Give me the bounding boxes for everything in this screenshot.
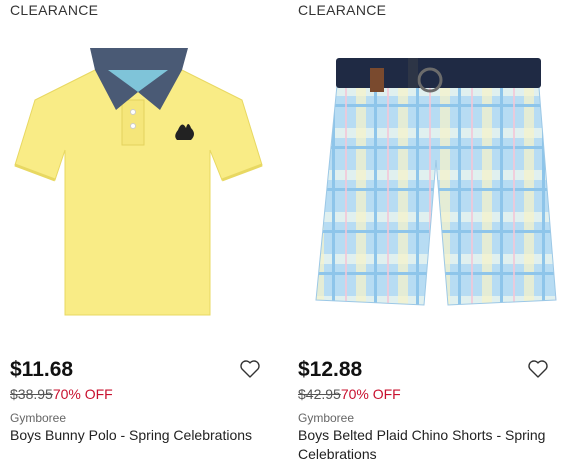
original-price: $38.95 xyxy=(10,386,53,402)
product-image-polo[interactable] xyxy=(10,30,278,325)
original-price: $42.95 xyxy=(298,386,341,402)
heart-outline-icon[interactable] xyxy=(528,360,548,378)
brand-name: Gymboree xyxy=(298,411,355,425)
product-title-link[interactable]: Boys Bunny Polo - Spring Celebrations xyxy=(10,426,272,445)
price-row: $38.9570% OFF xyxy=(10,386,113,402)
product-card[interactable]: CLEARANCE $11.68 $38.9570% OFF Gymboree … xyxy=(0,0,270,467)
clearance-badge: CLEARANCE xyxy=(10,2,99,18)
price-row: $42.9570% OFF xyxy=(298,386,401,402)
clearance-badge: CLEARANCE xyxy=(298,2,387,18)
discount-label: 70% OFF xyxy=(340,386,401,402)
product-image-shorts[interactable] xyxy=(298,30,561,325)
discount-label: 70% OFF xyxy=(52,386,113,402)
product-card[interactable]: CLEARANCE $12.88 $42.9570% OFF Gymboree … xyxy=(288,0,561,467)
heart-outline-icon[interactable] xyxy=(240,360,260,378)
sale-price: $12.88 xyxy=(298,358,363,381)
product-title-link[interactable]: Boys Belted Plaid Chino Shorts - Spring … xyxy=(298,426,560,464)
sale-price: $11.68 xyxy=(10,358,74,381)
brand-name: Gymboree xyxy=(10,411,67,425)
